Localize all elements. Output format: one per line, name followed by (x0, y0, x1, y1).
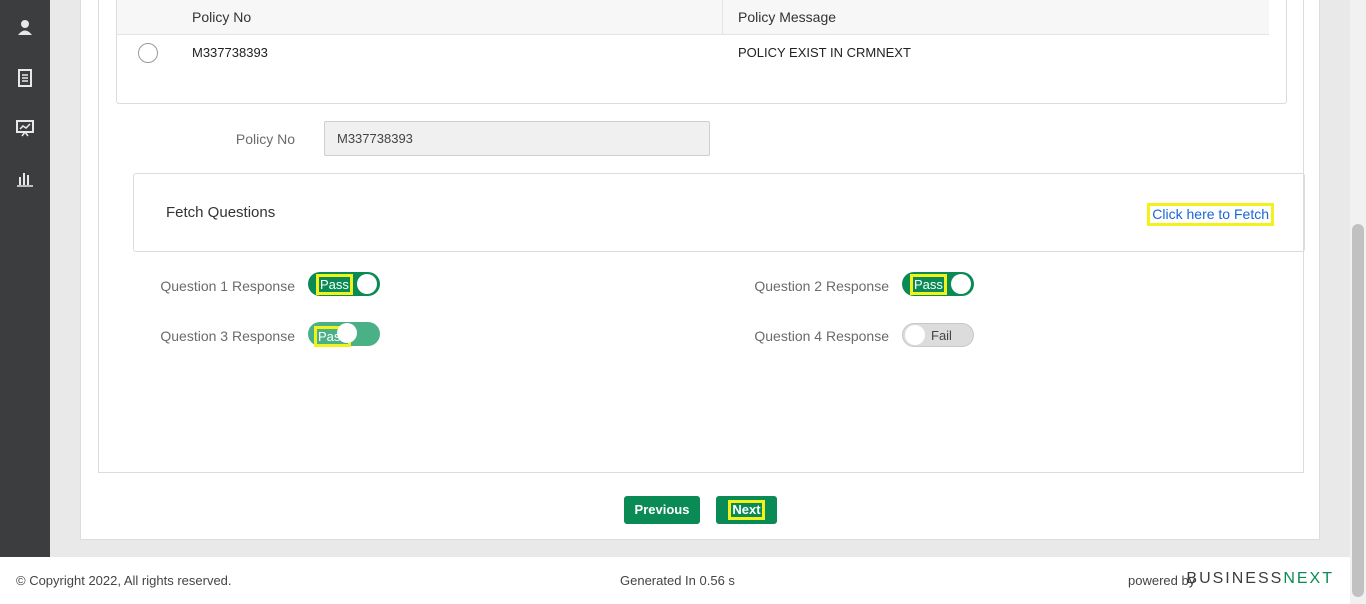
column-divider (722, 0, 723, 34)
copyright-text: © Copyright 2022, All rights reserved. (16, 573, 232, 588)
vertical-scrollbar[interactable] (1350, 0, 1366, 604)
toggle-knob (357, 274, 377, 294)
row-select-radio[interactable] (138, 43, 158, 63)
question-3-toggle[interactable]: Pass (308, 322, 380, 347)
fetch-questions-title: Fetch Questions (166, 204, 276, 221)
question-4-state: Fail (931, 328, 952, 343)
next-button-label: Next (728, 500, 765, 520)
user-icon[interactable] (15, 18, 35, 38)
question-2-label: Question 2 Response (754, 278, 889, 294)
main-panel: Policy No Policy Message M337738393 POLI… (80, 0, 1320, 540)
next-button[interactable]: Next (716, 496, 777, 524)
powered-by-text: powered by (1128, 573, 1196, 588)
form-panel: Policy No Policy Message M337738393 POLI… (98, 0, 1305, 473)
question-4-toggle[interactable]: Fail (902, 323, 974, 347)
question-2-state: Pass (910, 274, 947, 295)
presentation-icon[interactable] (15, 118, 35, 138)
column-header-policy-message: Policy Message (738, 9, 837, 25)
cell-policy-message: POLICY EXIST IN CRMNEXT (738, 45, 911, 60)
grid-header: Policy No Policy Message (117, 0, 1269, 35)
generated-time: Generated In 0.56 s (620, 573, 735, 588)
sidebar (0, 0, 50, 557)
chart-icon[interactable] (15, 168, 35, 188)
previous-button[interactable]: Previous (624, 496, 700, 524)
question-2-toggle[interactable]: Pass (902, 272, 974, 296)
question-1-toggle[interactable]: Pass (308, 272, 380, 296)
question-3-label: Question 3 Response (160, 328, 295, 344)
scrollbar-thumb[interactable] (1352, 224, 1364, 597)
toggle-knob (905, 325, 925, 345)
question-1-state: Pass (316, 274, 353, 295)
question-4-label: Question 4 Response (754, 328, 889, 344)
brand-next: NEXT (1283, 570, 1334, 587)
fetch-questions-panel: Fetch Questions Click here to Fetch (133, 173, 1305, 252)
question-1-label: Question 1 Response (160, 278, 295, 294)
column-header-policy-no: Policy No (192, 9, 252, 25)
fetch-link[interactable]: Click here to Fetch (1147, 203, 1274, 226)
brand-business: BUSINESS (1186, 570, 1284, 587)
document-icon[interactable] (15, 68, 35, 88)
brand-logo: BUSINESSNEXT (1186, 570, 1334, 588)
policy-grid: Policy No Policy Message M337738393 POLI… (116, 0, 1287, 104)
policy-no-input[interactable] (324, 121, 710, 156)
policy-no-label: Policy No (235, 131, 295, 147)
cell-policy-no: M337738393 (192, 45, 268, 60)
toggle-knob (951, 274, 971, 294)
toggle-knob (337, 323, 357, 343)
footer: © Copyright 2022, All rights reserved. G… (0, 557, 1350, 604)
